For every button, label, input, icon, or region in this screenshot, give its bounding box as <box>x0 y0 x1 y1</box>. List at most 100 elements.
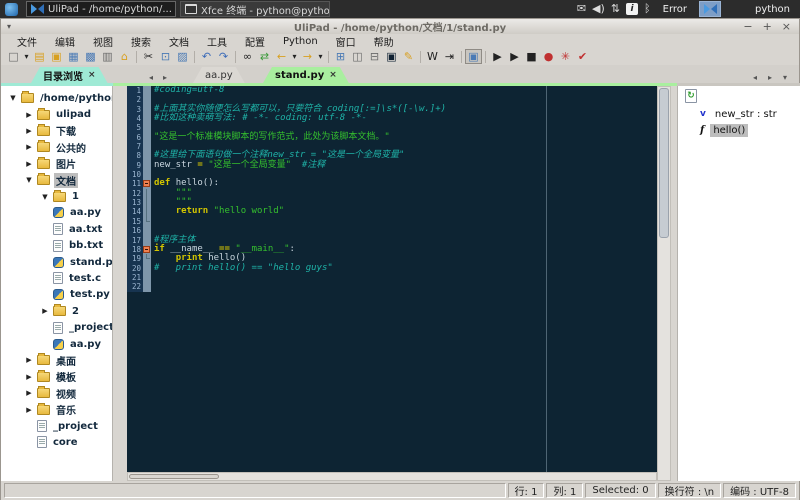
tabs-list-dropdown[interactable]: ▾ <box>783 73 787 82</box>
indent-button[interactable]: ⇥ <box>441 49 458 64</box>
menu-item-0[interactable]: 文件 <box>9 34 45 49</box>
menu-item-3[interactable]: 搜索 <box>123 34 159 49</box>
outline-item-1[interactable]: fhello() <box>678 122 800 138</box>
hscroll-thumb[interactable] <box>129 474 219 479</box>
menu-item-2[interactable]: 视图 <box>85 34 121 49</box>
editor-vscrollbar[interactable] <box>657 86 671 481</box>
tree-item-7[interactable]: aa.py <box>1 205 112 221</box>
code-editor[interactable]: 1#coding=utf-823#上面其实你随便怎么写都可以，只要符合 codi… <box>127 86 657 472</box>
close-button[interactable]: × <box>782 20 791 33</box>
forward-dropdown[interactable]: ▾ <box>316 49 325 64</box>
bluetooth-icon[interactable]: ᛒ <box>644 0 651 18</box>
tree-item-8[interactable]: aa.txt <box>1 221 112 237</box>
shell-window-button[interactable]: ▣ <box>465 49 482 64</box>
tree-expander-icon[interactable]: ▼ <box>37 193 53 201</box>
tree-item-4[interactable]: ▶图片 <box>1 156 112 172</box>
tree-expander-icon[interactable]: ▶ <box>21 127 37 135</box>
new-file-dropdown[interactable]: ▾ <box>22 49 31 64</box>
paste-button[interactable]: ▨ <box>174 49 191 64</box>
editor-tab-aa.py[interactable]: aa.py <box>193 67 245 83</box>
menu-item-1[interactable]: 编辑 <box>47 34 83 49</box>
outline-item-0[interactable]: vnew_str : str <box>678 106 800 122</box>
forward-button[interactable]: → <box>299 49 316 64</box>
tree-item-17[interactable]: ▶模板 <box>1 369 112 385</box>
back-button[interactable]: ← <box>273 49 290 64</box>
back-dropdown[interactable]: ▾ <box>290 49 299 64</box>
tree-item-3[interactable]: ▶公共的 <box>1 139 112 155</box>
volume-icon[interactable]: ◀) <box>592 0 605 18</box>
split-horizontal-button[interactable]: ⊟ <box>366 49 383 64</box>
tree-item-18[interactable]: ▶视频 <box>1 385 112 401</box>
mail-icon[interactable]: ✉ <box>577 0 586 18</box>
left-tabs-scroll-left-button[interactable]: ◂ <box>149 73 153 82</box>
tree-item-16[interactable]: ▶桌面 <box>1 352 112 368</box>
tree-item-21[interactable]: core <box>1 434 112 450</box>
tab-close-icon[interactable]: × <box>329 70 337 80</box>
tree-item-15[interactable]: aa.py <box>1 336 112 352</box>
tree-item-10[interactable]: stand.py <box>1 254 112 270</box>
menu-item-9[interactable]: 帮助 <box>366 34 402 49</box>
tree-expander-icon[interactable]: ▶ <box>21 406 37 414</box>
word-wrap-button[interactable]: W <box>424 49 441 64</box>
applications-menu-button[interactable] <box>0 0 22 18</box>
console-button[interactable]: ▣ <box>383 49 400 64</box>
info-icon[interactable]: i <box>626 3 638 15</box>
tree-expander-icon[interactable]: ▶ <box>21 356 37 364</box>
redo-button[interactable]: ↷ <box>215 49 232 64</box>
menu-item-4[interactable]: 文档 <box>161 34 197 49</box>
editor-hscrollbar[interactable] <box>127 472 657 481</box>
export-button[interactable]: ⌂ <box>116 49 133 64</box>
tabs-scroll-left-button[interactable]: ◂ <box>753 73 757 82</box>
taskbar-window-button-0[interactable]: UliPad - /home/python/... <box>26 1 176 17</box>
save-all-button[interactable]: ▩ <box>82 49 99 64</box>
split-vertical-button[interactable]: ◫ <box>349 49 366 64</box>
tree-item-14[interactable]: _project <box>1 319 112 335</box>
tree-item-0[interactable]: ▼/home/python <box>1 90 112 106</box>
find-button[interactable]: ∞ <box>239 49 256 64</box>
open-file-button[interactable]: ▤ <box>31 49 48 64</box>
run-last-button[interactable]: ▶ <box>506 49 523 64</box>
copy-button[interactable]: ⊡ <box>157 49 174 64</box>
tree-expander-icon[interactable]: ▶ <box>21 111 37 119</box>
run-button[interactable]: ▶ <box>489 49 506 64</box>
maximize-button[interactable]: + <box>763 20 772 33</box>
notes-button[interactable]: ✎ <box>400 49 417 64</box>
left-tabs-scroll-right-button[interactable]: ▸ <box>163 73 167 82</box>
menu-item-8[interactable]: 窗口 <box>328 34 364 49</box>
tree-expander-icon[interactable]: ▶ <box>37 307 53 315</box>
tree-item-20[interactable]: _project <box>1 418 112 434</box>
tree-item-1[interactable]: ▶ulipad <box>1 106 112 122</box>
vscroll-thumb[interactable] <box>659 88 669 238</box>
titlebar[interactable]: ▾ UliPad - /home/python/文档/1/stand.py − … <box>1 19 799 34</box>
tab-directory-browser[interactable]: 目录浏览 × <box>31 67 108 83</box>
tree-item-2[interactable]: ▶下载 <box>1 123 112 139</box>
minimize-button[interactable]: − <box>743 20 752 33</box>
ulipad-tray-icon[interactable] <box>699 1 721 17</box>
editor-tab-stand.py[interactable]: stand.py× <box>263 67 349 83</box>
tree-item-19[interactable]: ▶音乐 <box>1 401 112 417</box>
tree-expander-icon[interactable]: ▶ <box>21 373 37 381</box>
cut-button[interactable]: ✂ <box>140 49 157 64</box>
tree-expander-icon[interactable]: ▼ <box>21 176 37 184</box>
tree-item-9[interactable]: bb.txt <box>1 238 112 254</box>
tree-expander-icon[interactable]: ▼ <box>5 94 21 102</box>
new-file-button[interactable]: □ <box>5 49 22 64</box>
stop-button[interactable]: ■ <box>523 49 540 64</box>
tree-item-6[interactable]: ▼1 <box>1 188 112 204</box>
tree-item-13[interactable]: ▶2 <box>1 303 112 319</box>
debug-settings-button[interactable]: ✳ <box>557 49 574 64</box>
fold-margin[interactable] <box>143 179 151 188</box>
tree-expander-icon[interactable]: ▶ <box>21 160 37 168</box>
tree-item-12[interactable]: test.py <box>1 287 112 303</box>
open-dir-button[interactable]: ▣ <box>48 49 65 64</box>
tree-expander-icon[interactable]: ▶ <box>21 143 37 151</box>
refresh-outline-button[interactable]: ↻ <box>685 89 697 103</box>
fold-collapse-icon[interactable] <box>143 246 150 253</box>
fold-margin[interactable] <box>143 245 151 254</box>
print-button[interactable]: ▥ <box>99 49 116 64</box>
new-window-button[interactable]: ⊞ <box>332 49 349 64</box>
taskbar-window-button-1[interactable]: Xfce 终端 - python@python... <box>180 1 330 17</box>
debug-button[interactable]: ● <box>540 49 557 64</box>
tree-item-11[interactable]: test.c <box>1 270 112 286</box>
tabs-scroll-right-button[interactable]: ▸ <box>768 73 772 82</box>
